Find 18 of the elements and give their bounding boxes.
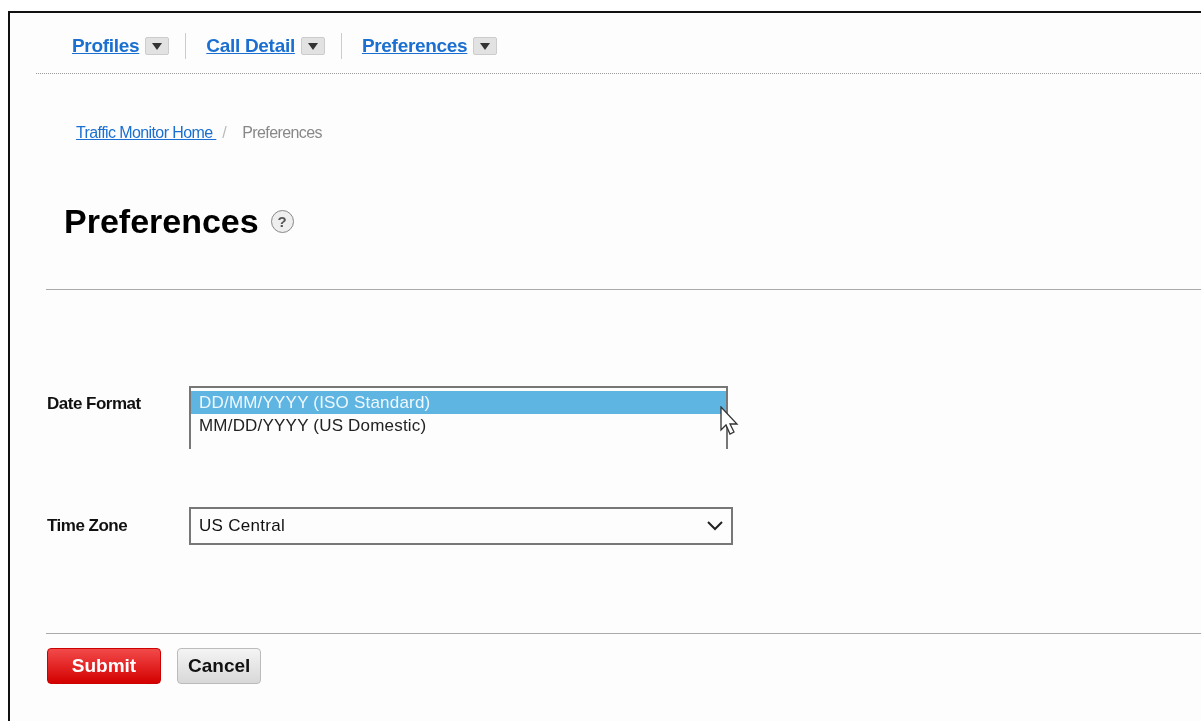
dropdown-icon[interactable]	[300, 37, 325, 55]
nav-link[interactable]: Preferences	[361, 35, 468, 57]
breadcrumb-current: Preferences	[242, 124, 322, 141]
field-label: Time Zone	[47, 516, 129, 536]
nav-link[interactable]: Call Detail	[206, 35, 295, 57]
dropdown-icon[interactable]	[473, 37, 498, 55]
time-zone-select[interactable]: US Central	[189, 507, 733, 545]
page-title: Preferences	[64, 202, 259, 241]
help-button[interactable]: ?	[270, 210, 294, 233]
dropdown-icon[interactable]	[145, 37, 170, 55]
field-label: Date Format	[47, 393, 142, 414]
submit-button[interactable]: Submit	[47, 648, 161, 684]
nav-link[interactable]: Profiles	[72, 35, 140, 57]
chevron-icon	[707, 521, 723, 531]
breadcrumb-link[interactable]: Traffic Monitor Home	[76, 124, 217, 141]
cancel-button[interactable]: Cancel	[177, 648, 262, 684]
breadcrumb-separator: /	[222, 124, 227, 141]
cursor-icon	[720, 406, 740, 436]
